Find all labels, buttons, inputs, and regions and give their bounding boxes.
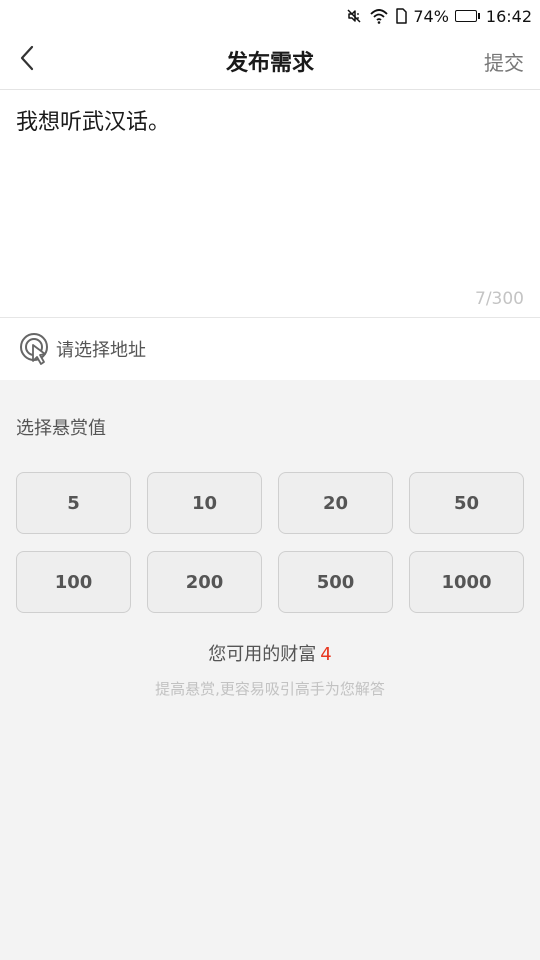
wealth-label: 您可用的财富 [208, 644, 317, 665]
battery-icon [454, 10, 480, 22]
available-wealth: 您可用的财富 4 [0, 640, 540, 666]
battery-percent: 74% [413, 6, 449, 26]
reward-option-10[interactable]: 10 [147, 472, 262, 534]
reward-option-50[interactable]: 50 [409, 472, 524, 534]
reward-option-100[interactable]: 100 [16, 551, 131, 613]
sim-icon [395, 8, 408, 24]
mute-icon [345, 7, 363, 25]
status-icons: 74% 16:42 [345, 0, 532, 32]
char-counter: 7/300 [475, 289, 524, 309]
reward-hint: 提高悬赏,更容易吸引高手为您解答 [155, 680, 385, 698]
reward-option-1000[interactable]: 1000 [409, 551, 524, 613]
wifi-icon [369, 7, 389, 25]
page-title: 发布需求 [225, 51, 314, 76]
wealth-value: 4 [320, 644, 332, 665]
location-pointer-icon [18, 331, 54, 367]
nav-bar: 发布需求 提交 [0, 32, 540, 90]
clock: 16:42 [485, 6, 532, 26]
reward-section-title: 选择悬赏值 [16, 418, 106, 439]
request-text[interactable]: 我想听武汉话。 [16, 108, 524, 138]
address-label: 请选择地址 [56, 340, 146, 361]
reward-option-200[interactable]: 200 [147, 551, 262, 613]
request-text-area[interactable]: 我想听武汉话。 7/300 [0, 90, 540, 317]
chevron-left-icon [17, 44, 37, 76]
reward-option-20[interactable]: 20 [278, 472, 393, 534]
back-button[interactable] [10, 43, 44, 77]
address-selector[interactable]: 请选择地址 [0, 317, 540, 380]
reward-options: 5 10 20 50 100 200 500 1000 [16, 472, 524, 613]
reward-option-500[interactable]: 500 [278, 551, 393, 613]
submit-button[interactable]: 提交 [484, 32, 524, 90]
reward-option-5[interactable]: 5 [16, 472, 131, 534]
status-bar: 74% 16:42 [0, 0, 540, 32]
